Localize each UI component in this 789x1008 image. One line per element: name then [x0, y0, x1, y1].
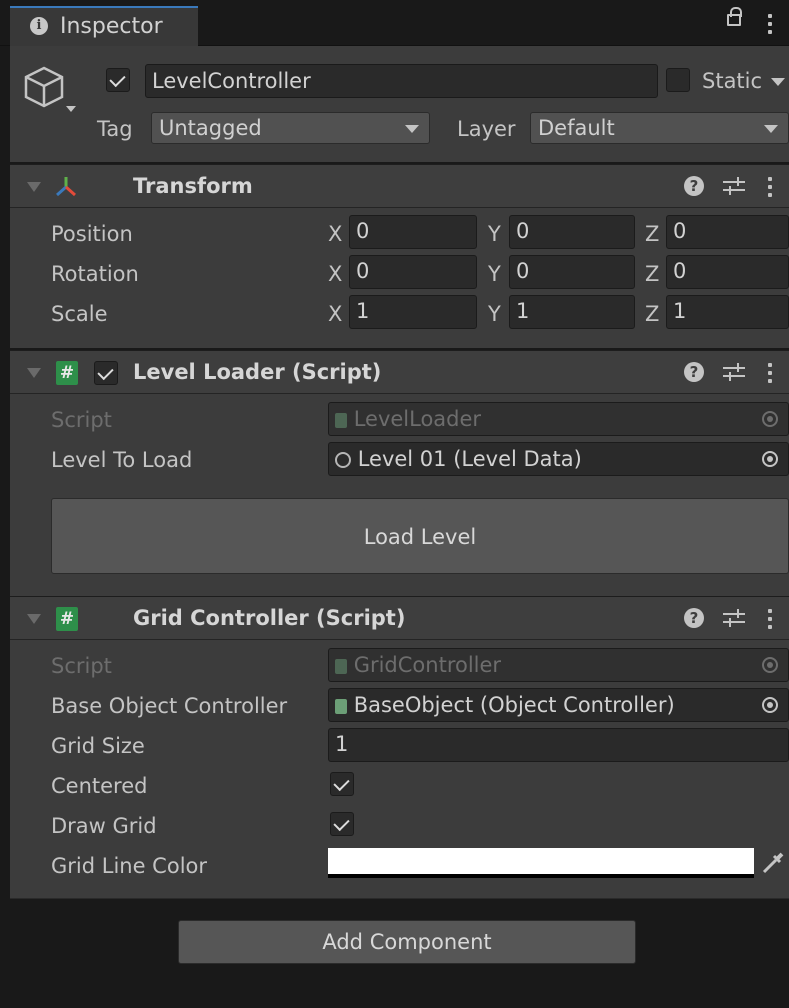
axis-z-label[interactable]: Z [645, 262, 659, 286]
script-field-value: GridController [353, 653, 502, 677]
level-to-load-label: Level To Load [51, 448, 193, 472]
axis-y-label[interactable]: Y [488, 222, 501, 246]
draw-grid-label: Draw Grid [51, 814, 157, 838]
script-field: LevelLoader [328, 402, 789, 436]
axis-x-label[interactable]: X [328, 222, 342, 246]
tag-label: Tag [97, 117, 133, 141]
foldout-arrow-icon[interactable] [27, 368, 41, 378]
chevron-down-icon [764, 125, 778, 133]
scale-label: Scale [51, 302, 108, 326]
transform-icon [56, 177, 76, 197]
script-label: Script [51, 408, 112, 432]
level-to-load-field[interactable]: Level 01 (Level Data) [328, 442, 789, 476]
position-z-field[interactable]: 0 [666, 215, 789, 249]
object-picker-icon[interactable] [762, 451, 778, 467]
position-x-field[interactable]: 0 [349, 215, 477, 249]
scriptable-object-icon [335, 452, 351, 468]
eyedropper-icon[interactable] [758, 848, 788, 878]
divider [10, 898, 789, 899]
script-hash-icon: # [56, 361, 78, 385]
centered-checkbox[interactable] [330, 772, 354, 796]
axis-x-label[interactable]: X [328, 262, 342, 286]
layer-label: Layer [457, 117, 516, 141]
object-picker-icon[interactable] [762, 697, 778, 713]
base-object-controller-field[interactable]: BaseObject (Object Controller) [328, 688, 789, 722]
rotation-label: Rotation [51, 262, 139, 286]
tag-dropdown[interactable]: Untagged [151, 112, 430, 144]
chevron-down-icon [405, 125, 419, 133]
presets-icon[interactable] [723, 176, 745, 196]
layer-dropdown[interactable]: Default [530, 112, 789, 144]
script-label: Script [51, 654, 112, 678]
rotation-y-field[interactable]: 0 [509, 255, 635, 289]
grid-line-color-field[interactable] [328, 848, 754, 878]
tab-menu-icon[interactable] [768, 14, 772, 34]
object-name-input[interactable]: LevelController [145, 64, 658, 98]
presets-icon[interactable] [723, 362, 745, 382]
active-checkbox[interactable] [106, 68, 130, 92]
help-icon[interactable]: ? [684, 176, 704, 196]
axis-y-label[interactable]: Y [488, 262, 501, 286]
position-label: Position [51, 222, 133, 246]
scale-z-field[interactable]: 1 [666, 295, 789, 329]
grid-size-label: Grid Size [51, 734, 145, 758]
foldout-arrow-icon[interactable] [27, 182, 41, 192]
base-object-controller-label: Base Object Controller [51, 694, 288, 718]
script-field: GridController [328, 648, 789, 682]
layer-value: Default [538, 116, 615, 140]
help-icon[interactable]: ? [684, 608, 704, 628]
lock-icon[interactable] [727, 7, 742, 26]
base-object-controller-value: BaseObject (Object Controller) [353, 693, 675, 717]
tag-value: Untagged [159, 116, 262, 140]
position-y-field[interactable]: 0 [509, 215, 635, 249]
static-checkbox[interactable] [666, 68, 690, 92]
gameobject-cube-icon[interactable] [22, 64, 76, 116]
static-dropdown-arrow[interactable] [771, 78, 785, 86]
grid-size-field[interactable]: 1 [328, 728, 789, 762]
component-menu-icon[interactable] [768, 363, 772, 383]
axis-x-label[interactable]: X [328, 302, 342, 326]
script-file-icon [335, 658, 347, 674]
centered-label: Centered [51, 774, 148, 798]
info-icon: i [30, 17, 48, 35]
rotation-z-field[interactable]: 0 [666, 255, 789, 289]
transform-title: Transform [133, 174, 253, 198]
presets-icon[interactable] [723, 608, 745, 628]
static-label[interactable]: Static [702, 69, 762, 93]
transform-header[interactable]: Transform ? [10, 164, 789, 208]
add-component-button[interactable]: Add Component [178, 920, 636, 964]
script-file-icon [335, 698, 347, 714]
draw-grid-checkbox[interactable] [330, 812, 354, 836]
script-file-icon [335, 412, 347, 428]
axis-z-label[interactable]: Z [645, 222, 659, 246]
component-menu-icon[interactable] [768, 609, 772, 629]
level-loader-enabled-checkbox[interactable] [94, 361, 118, 385]
component-menu-icon[interactable] [768, 177, 772, 197]
tab-inspector[interactable]: i Inspector [10, 6, 198, 46]
grid-controller-title: Grid Controller (Script) [133, 606, 406, 630]
script-field-value: LevelLoader [353, 407, 482, 431]
axis-y-label[interactable]: Y [488, 302, 501, 326]
foldout-arrow-icon[interactable] [27, 614, 41, 624]
load-level-button[interactable]: Load Level [51, 498, 789, 574]
object-picker-icon [762, 657, 778, 673]
axis-z-label[interactable]: Z [645, 302, 659, 326]
grid-line-color-label: Grid Line Color [51, 854, 208, 878]
grid-controller-header[interactable]: # Grid Controller (Script) ? [10, 596, 789, 640]
script-hash-icon: # [56, 607, 78, 631]
rotation-x-field[interactable]: 0 [349, 255, 477, 289]
level-to-load-value: Level 01 (Level Data) [357, 447, 582, 471]
level-loader-title: Level Loader (Script) [133, 360, 382, 384]
level-loader-header[interactable]: # Level Loader (Script) ? [10, 350, 789, 394]
tab-inspector-label: Inspector [60, 14, 163, 39]
help-icon[interactable]: ? [684, 362, 704, 382]
object-picker-icon [762, 411, 778, 427]
scale-y-field[interactable]: 1 [509, 295, 635, 329]
scale-x-field[interactable]: 1 [349, 295, 477, 329]
